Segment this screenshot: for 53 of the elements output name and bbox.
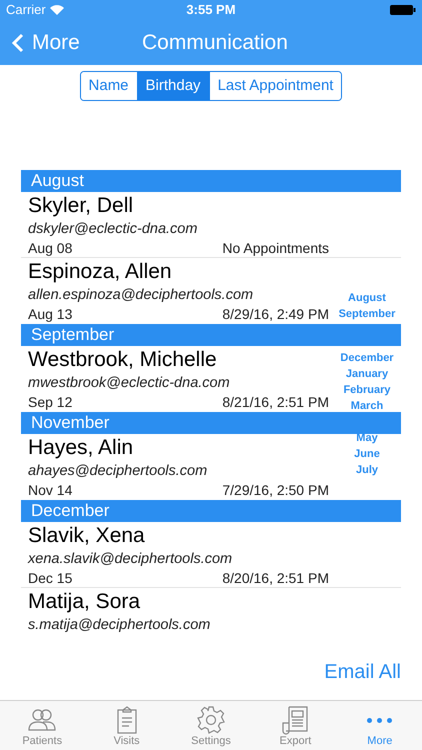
birthday-date: Sep 12 (28, 393, 72, 411)
tab-bar-item[interactable]: Patients (0, 701, 84, 750)
section-index-entry[interactable]: March (350, 398, 384, 414)
status-time: 3:55 PM (186, 1, 236, 20)
carrier-label: Carrier (6, 1, 46, 20)
segment-tab[interactable]: Last Appointment (208, 72, 342, 100)
patient-name: Espinoza, Allen (28, 259, 173, 285)
last-appointment: 7/29/16, 2:50 PM (222, 481, 329, 499)
patient-email: dskyler@eclectic-dna.com (28, 220, 198, 239)
last-appointment: 8/20/16, 2:51 PM (222, 569, 329, 587)
patient-email: xena.slavik@deciphertools.com (28, 550, 234, 569)
patient-name: Hayes, Alin (28, 435, 134, 461)
section-index-entry[interactable]: January (346, 366, 388, 382)
more-icon (367, 718, 392, 722)
section-index-entry[interactable]: February (343, 382, 391, 398)
screen-title: Communication (142, 30, 288, 56)
last-appointment: 8/29/16, 2:49 PM (222, 305, 329, 323)
birthday-date: Nov 14 (28, 481, 72, 499)
patient-name: Skyler, Dell (28, 193, 134, 219)
patient-email: s.matija@deciphertools.com (28, 616, 212, 635)
section-index-entry[interactable]: July (356, 462, 378, 478)
patient-email: mwestbrook@eclectic-dna.com (28, 374, 231, 393)
patient-email: ahayes@deciphertools.com (28, 462, 208, 481)
birthday-date: Aug 13 (28, 305, 72, 323)
last-appointment: 8/21/16, 2:51 PM (222, 393, 329, 411)
patient-email: allen.espinoza@deciphertools.com (28, 286, 254, 305)
patient-name: Matija, Sora (28, 589, 142, 615)
back-button[interactable]: More (0, 26, 80, 58)
section-index-entry[interactable]: December (340, 350, 394, 366)
tab-bar-item[interactable]: Export (253, 701, 338, 750)
tab-bar-item[interactable]: More (338, 701, 422, 750)
section-header: August (21, 170, 401, 192)
section-index-entry[interactable]: August (348, 290, 386, 306)
last-appointment: No Appointments (222, 239, 329, 257)
chevron-left-icon (12, 32, 24, 52)
battery-icon (390, 5, 416, 15)
section-index-entry[interactable]: September (338, 306, 396, 322)
section-index-entry[interactable]: June (354, 446, 380, 462)
email-all-button[interactable]: Email All (324, 657, 401, 687)
tab-bar-item[interactable]: Visits (84, 701, 169, 750)
patient-name: Slavik, Xena (28, 523, 146, 549)
patient-name: Westbrook, Michelle (28, 347, 218, 373)
wifi-icon (50, 5, 64, 15)
section-header: December (21, 500, 401, 522)
section-header: November (21, 412, 401, 434)
section-header: September (21, 324, 401, 346)
segment-tab[interactable]: Birthday (136, 72, 209, 100)
birthday-date: Dec 15 (28, 569, 72, 587)
back-label: More (32, 30, 80, 56)
document-icon (280, 705, 310, 735)
tab-bar-item[interactable]: Settings (168, 701, 254, 750)
birthday-date: Aug 08 (28, 239, 72, 257)
gear-icon (196, 705, 226, 735)
